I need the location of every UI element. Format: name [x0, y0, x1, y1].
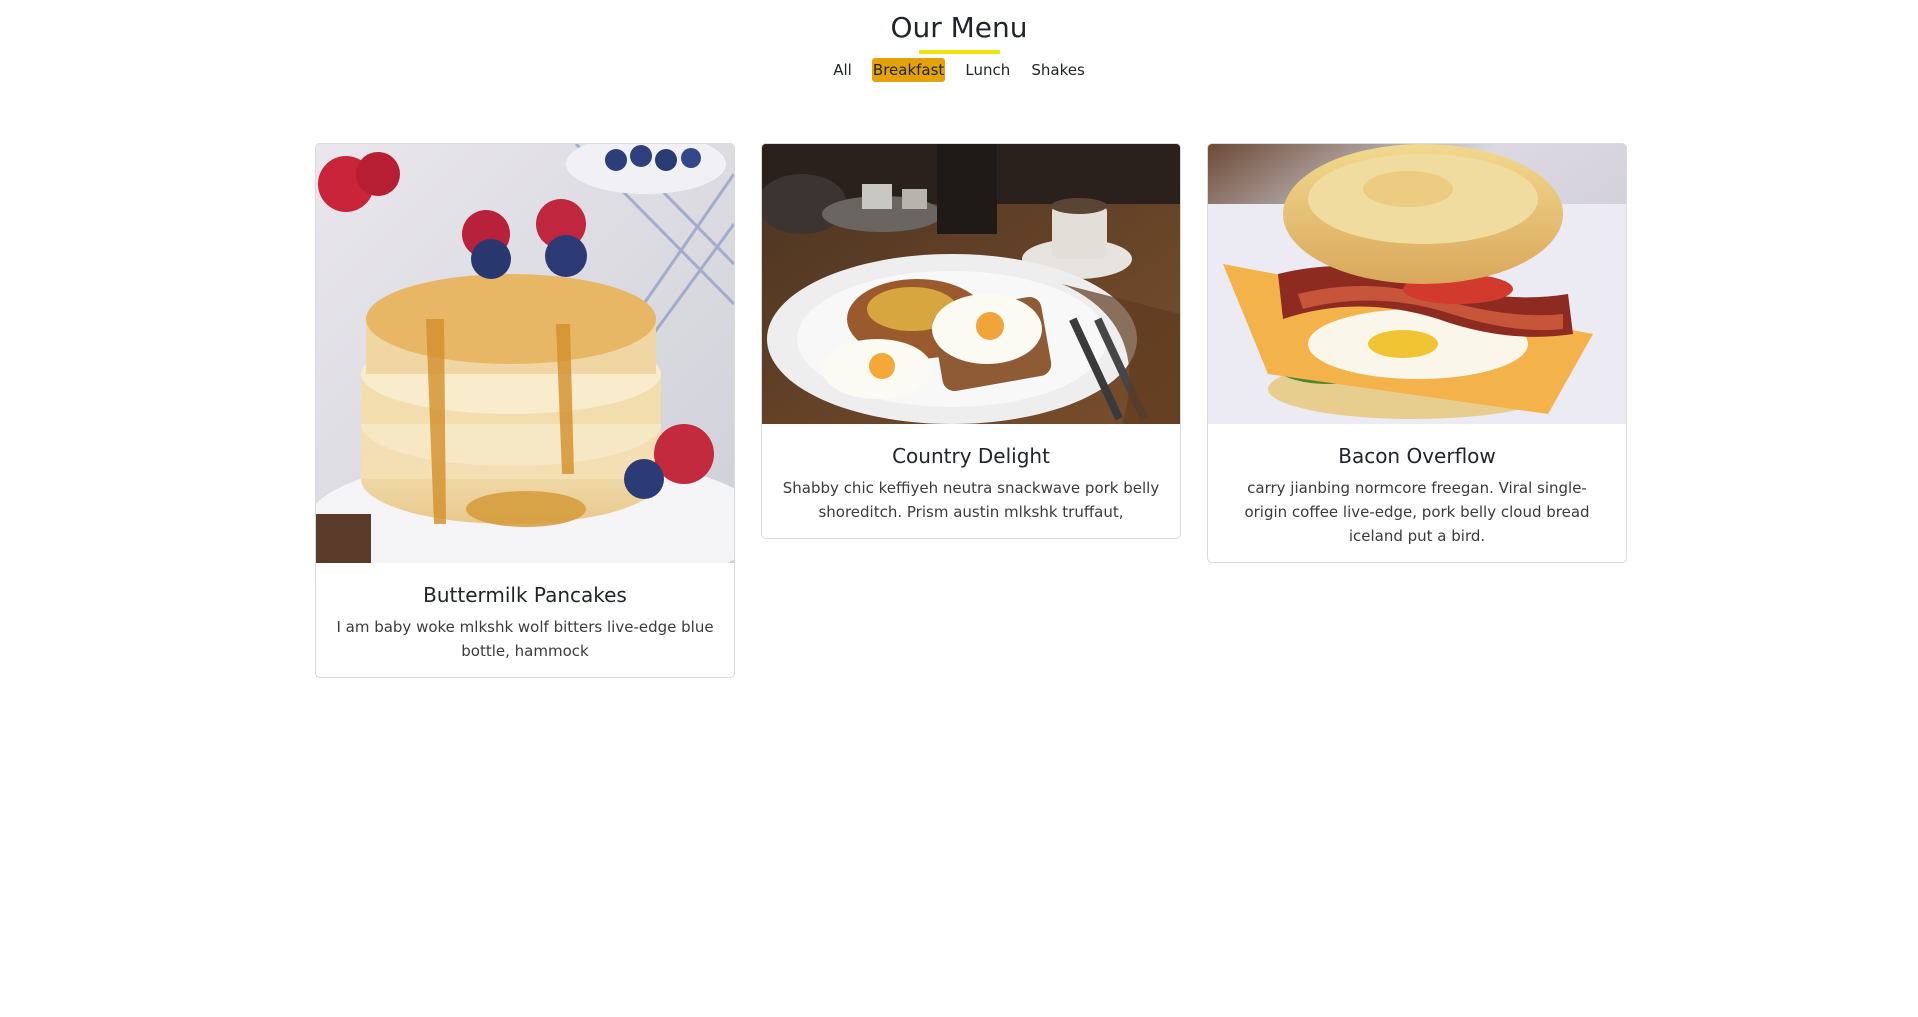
category-filter-bar: All Breakfast Lunch Shakes [0, 58, 1918, 82]
menu-item-description: Shabby chic keffiyeh neutra snackwave po… [782, 479, 1160, 521]
menu-card: Buttermilk Pancakes I am baby woke mlksh… [315, 143, 735, 678]
filter-button-breakfast[interactable]: Breakfast [871, 58, 946, 82]
menu-card: Country Delight Shabby chic keffiyeh neu… [761, 143, 1181, 539]
card-body: Country Delight Shabby chic keffiyeh neu… [762, 424, 1180, 538]
menu-item-title: Country Delight [892, 444, 1050, 468]
bacon-sandwich-photo [1208, 144, 1626, 424]
card-body: Bacon Overflow carry jianbing normcore f… [1208, 424, 1626, 562]
pancakes-photo [316, 144, 734, 563]
breakfast-plate-photo [762, 144, 1180, 424]
menu-header: Our Menu [0, 8, 1918, 54]
card-body: Buttermilk Pancakes I am baby woke mlksh… [316, 563, 734, 677]
menu-page: Our Menu All Breakfast Lunch Shakes Butt… [0, 0, 1918, 1017]
menu-card: Bacon Overflow carry jianbing normcore f… [1207, 143, 1627, 563]
filter-button-shakes[interactable]: Shakes [1030, 58, 1085, 82]
filter-button-all[interactable]: All [832, 58, 853, 82]
menu-item-title: Bacon Overflow [1338, 444, 1496, 468]
menu-item-description: I am baby woke mlkshk wolf bitters live-… [336, 618, 714, 660]
page-title: Our Menu [890, 11, 1028, 44]
filter-button-lunch[interactable]: Lunch [964, 58, 1011, 82]
menu-item-description: carry jianbing normcore freegan. Viral s… [1244, 479, 1590, 545]
menu-item-title: Buttermilk Pancakes [423, 583, 627, 607]
title-underline [918, 50, 1000, 54]
